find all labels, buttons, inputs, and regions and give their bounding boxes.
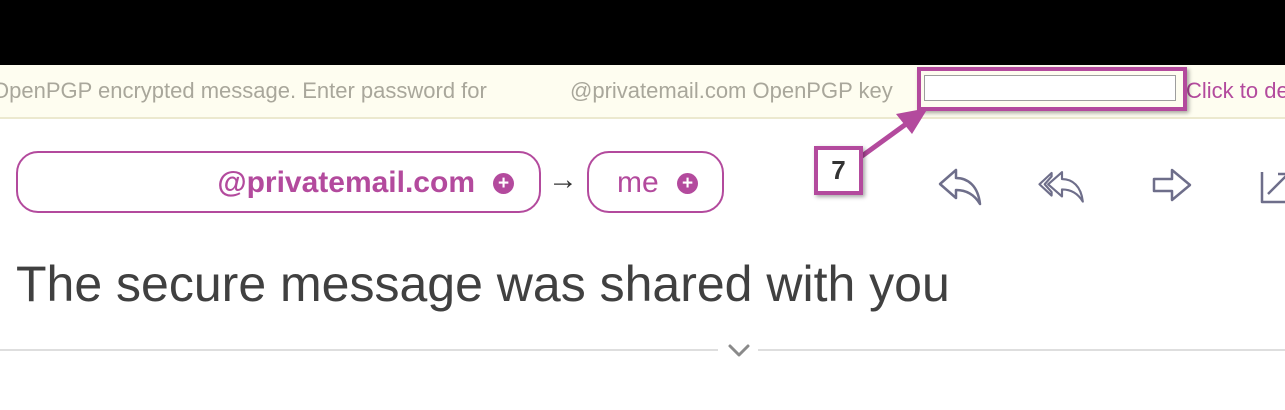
add-contact-icon[interactable]: + xyxy=(677,173,698,194)
reply-all-icon[interactable] xyxy=(1036,164,1088,208)
add-contact-icon[interactable]: + xyxy=(493,173,514,194)
openpgp-key-owner-text: @privatemail.com OpenPGP key xyxy=(570,78,893,103)
recipient-address: me xyxy=(617,166,659,199)
header-divider xyxy=(0,349,718,351)
header-divider xyxy=(758,349,1285,351)
openpgp-banner: OpenPGP encrypted message. Enter passwor… xyxy=(0,65,1285,119)
sender-address: @privatemail.com xyxy=(217,166,475,199)
chevron-down-icon[interactable] xyxy=(726,340,752,362)
open-external-icon[interactable] xyxy=(1252,164,1285,208)
top-black-bar xyxy=(0,0,1285,65)
sender-chip[interactable]: @privatemail.com + xyxy=(16,151,541,213)
forward-icon[interactable] xyxy=(1148,164,1200,208)
step-number-badge: 7 xyxy=(814,146,863,195)
openpgp-prompt-text: OpenPGP encrypted message. Enter passwor… xyxy=(0,78,487,103)
openpgp-password-input[interactable] xyxy=(924,75,1176,101)
recipient-arrow: → xyxy=(548,163,578,196)
reply-icon[interactable] xyxy=(934,164,986,208)
message-subject: The secure message was shared with you xyxy=(16,256,950,312)
recipient-chip[interactable]: me + xyxy=(587,151,724,213)
decrypt-link[interactable]: Click to decrypt xyxy=(1186,78,1285,104)
